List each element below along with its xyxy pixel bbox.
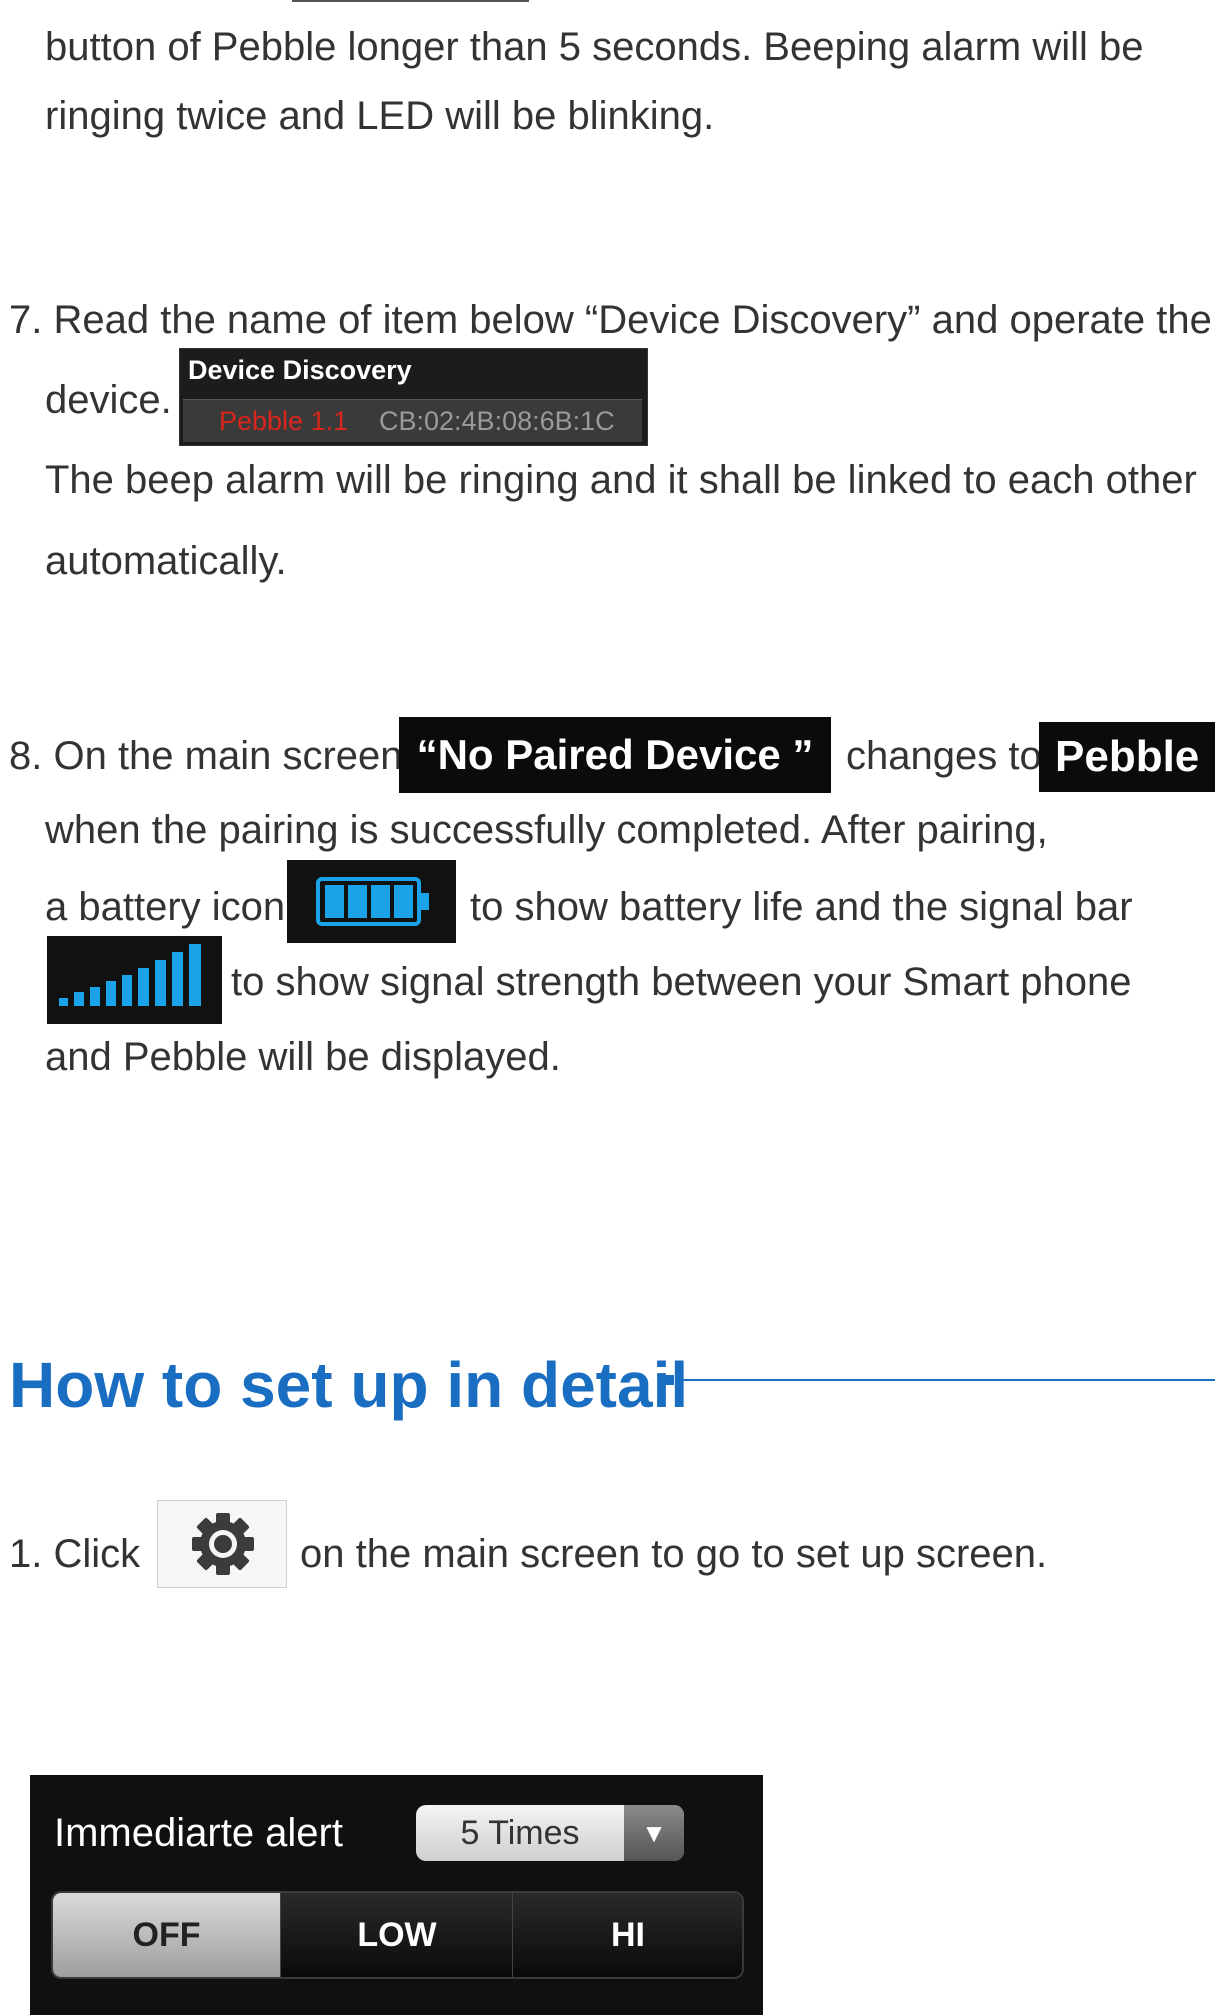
alert-count-select[interactable]: 5 Times ▼ — [416, 1805, 684, 1861]
heading-rule-dot — [664, 1375, 674, 1385]
chevron-down-icon: ▼ — [624, 1805, 684, 1861]
step7-device-word: device. — [45, 378, 172, 422]
heading-rule — [676, 1379, 1215, 1381]
gear-icon — [192, 1513, 254, 1575]
alert-level-off-button[interactable]: OFF — [53, 1893, 280, 1977]
device-name: Pebble 1.1 — [219, 406, 349, 436]
alert-level-hi-button[interactable]: HI — [512, 1893, 742, 1977]
step7-line-4: automatically. — [45, 539, 287, 583]
device-discovery-panel: Device Discovery Pebble 1.1 CB:02:4B:08:… — [179, 348, 648, 446]
section-heading: How to set up in detail — [9, 1349, 689, 1421]
alert-level-low-button[interactable]: LOW — [280, 1893, 513, 1977]
battery-icon — [287, 860, 456, 943]
intro-line-1: button of Pebble longer than 5 seconds. … — [45, 25, 1144, 69]
setup-step1-click: 1. Click — [9, 1532, 141, 1576]
signal-bar-icon — [47, 936, 222, 1024]
step7-line-3: The beep alarm will be ringing and it sh… — [45, 458, 1197, 502]
device-discovery-item[interactable]: Pebble 1.1 CB:02:4B:08:6B:1C — [183, 399, 642, 442]
intro-line-2: ringing twice and LED will be blinking. — [45, 94, 715, 138]
setup-step1-rest: on the main screen to go to set up scree… — [300, 1532, 1048, 1576]
alert-level-segmented-control: OFF LOW HI — [51, 1891, 744, 1979]
settings-button[interactable] — [157, 1500, 287, 1588]
top-underline — [292, 0, 529, 2]
no-paired-device-label: “No Paired Device ” — [399, 717, 831, 793]
step8-prefix: 8. On the main screen, — [9, 734, 414, 778]
step8-battery-suffix: to show battery life and the signal bar — [470, 885, 1133, 929]
alert-count-value: 5 Times — [460, 1814, 580, 1852]
device-mac: CB:02:4B:08:6B:1C — [379, 406, 615, 436]
step8-line-2: when the pairing is successfully complet… — [45, 808, 1048, 852]
alert-label: Immediarte alert — [54, 1811, 343, 1855]
step8-signal-suffix: to show signal strength between your Sma… — [231, 960, 1132, 1004]
step8-battery-prefix: a battery icon — [45, 885, 286, 929]
pebble-label: Pebble — [1039, 722, 1215, 792]
device-discovery-title: Device Discovery — [188, 355, 412, 385]
step8-line-5: and Pebble will be displayed. — [45, 1035, 561, 1079]
immediate-alert-panel: Immediarte alert 5 Times ▼ OFF LOW HI — [30, 1775, 763, 2015]
step7-line-1: 7. Read the name of item below “Device D… — [9, 298, 1212, 342]
step8-changes-to: changes to — [846, 734, 1042, 778]
